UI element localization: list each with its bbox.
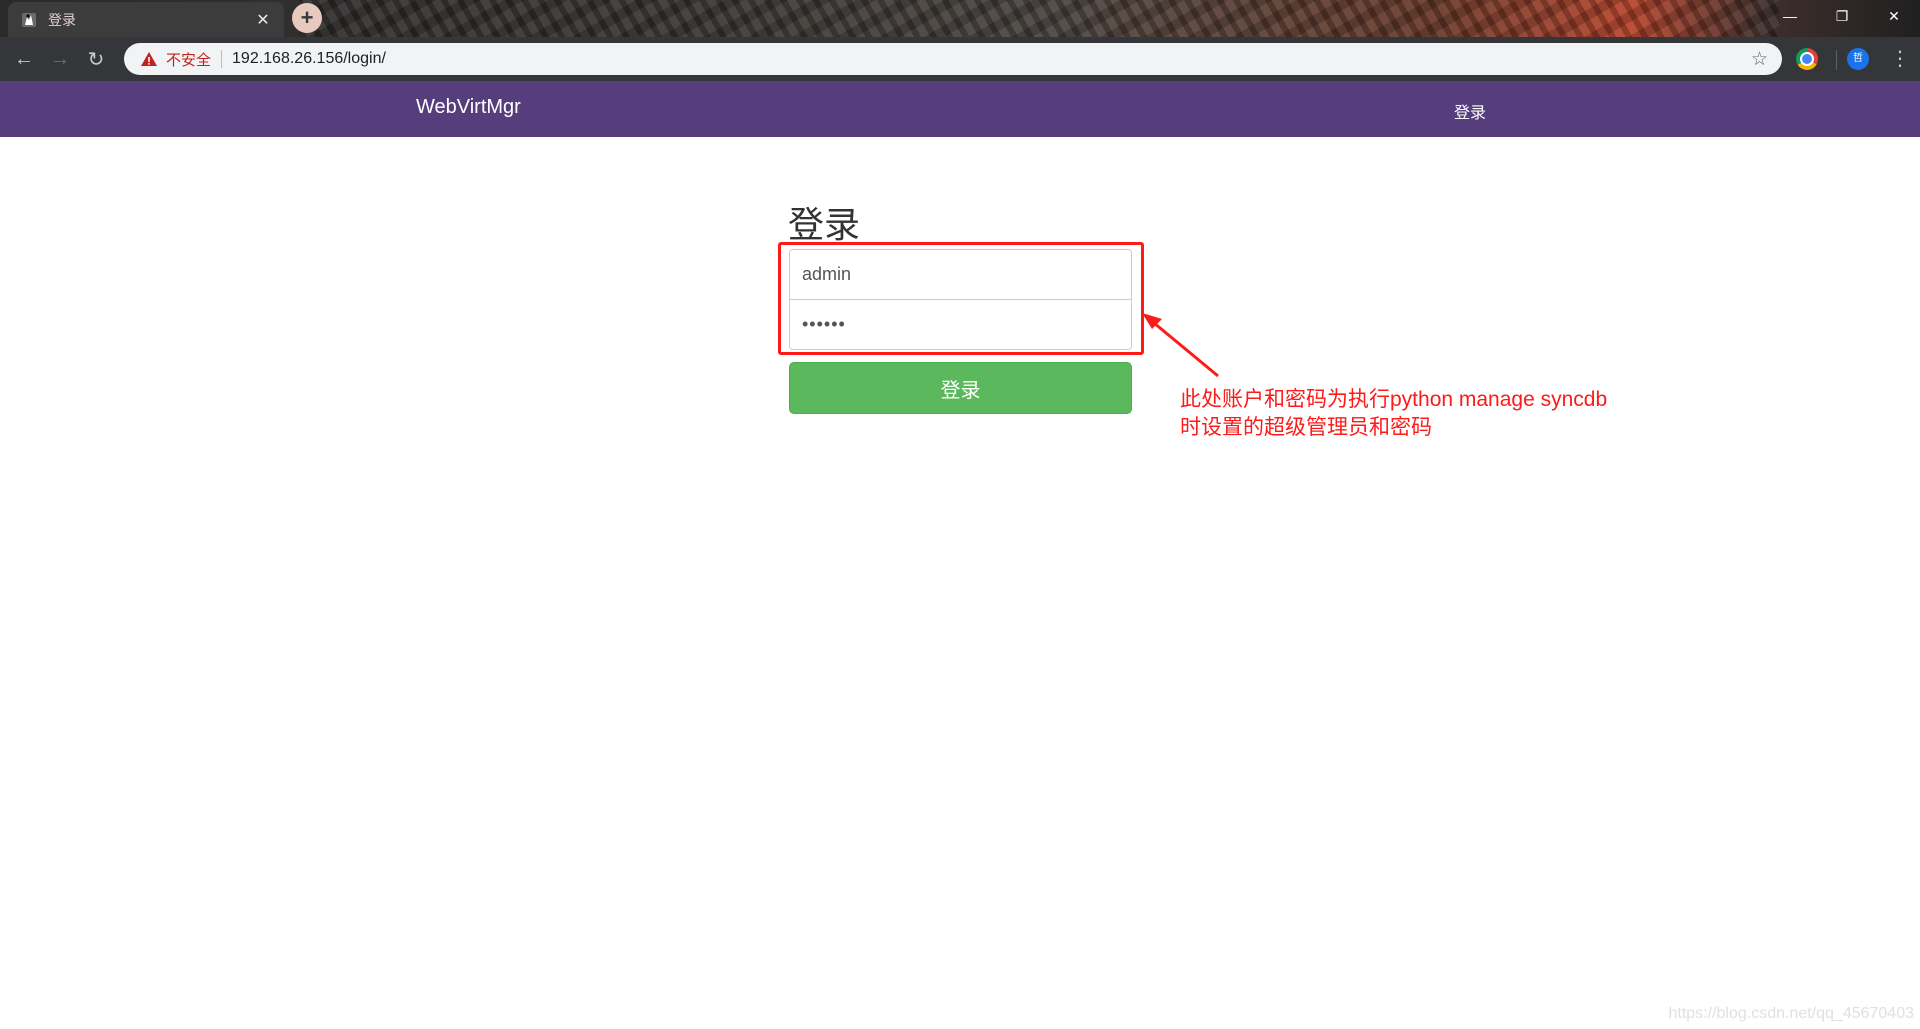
annotation-line-1: 此处账户和密码为执行python manage syncdb: [1180, 388, 1608, 411]
annotation-text: 此处账户和密码为执行python manage syncdb 时设置的超级管理员…: [1180, 386, 1680, 442]
annotation-highlight-box: [778, 242, 1144, 355]
reload-button[interactable]: ↻: [78, 41, 114, 77]
annotation-line-2: 时设置的超级管理员和密码: [1180, 416, 1432, 439]
nav-login-link[interactable]: 登录: [1454, 99, 1486, 123]
profile-avatar[interactable]: 哲: [1847, 48, 1869, 70]
url-text[interactable]: 192.168.26.156/login/: [232, 50, 1751, 68]
chrome-extension-icon[interactable]: [1796, 48, 1818, 70]
tab-strip: 登录 ✕ + — ❐ ✕: [0, 0, 1920, 37]
brand-link[interactable]: WebVirtMgr: [416, 96, 521, 119]
address-bar[interactable]: 不安全 192.168.26.156/login/ ☆: [124, 43, 1782, 75]
browser-menu-icon[interactable]: ⋮: [1890, 46, 1910, 72]
tab-title: 登录: [48, 11, 76, 28]
forward-button[interactable]: →: [42, 41, 78, 77]
browser-toolbar: ← → ↻ 不安全 192.168.26.156/login/ ☆ 哲 ⋮: [0, 37, 1920, 81]
django-pony-icon: [22, 12, 36, 27]
bookmark-star-icon[interactable]: ☆: [1751, 48, 1768, 71]
new-tab-button[interactable]: +: [292, 3, 322, 33]
tab-login[interactable]: 登录 ✕: [8, 2, 284, 37]
security-label[interactable]: 不安全: [166, 49, 211, 70]
warning-icon[interactable]: [140, 50, 158, 68]
theme-background: [300, 0, 1780, 37]
back-button[interactable]: ←: [6, 41, 42, 77]
omnibox-divider: [221, 50, 223, 68]
tab-close-icon[interactable]: ✕: [254, 10, 272, 30]
toolbar-divider: [1836, 50, 1837, 70]
restore-button[interactable]: ❐: [1816, 0, 1868, 32]
site-navbar: WebVirtMgr 登录: [0, 81, 1920, 137]
window-controls: — ❐ ✕: [1764, 0, 1920, 32]
page-title: 登录: [788, 204, 861, 245]
minimize-button[interactable]: —: [1764, 0, 1816, 32]
close-window-button[interactable]: ✕: [1868, 0, 1920, 32]
watermark: https://blog.csdn.net/qq_45670403: [1668, 1005, 1914, 1022]
annotation-arrow-icon: [1142, 313, 1219, 378]
login-button[interactable]: 登录: [789, 362, 1132, 414]
